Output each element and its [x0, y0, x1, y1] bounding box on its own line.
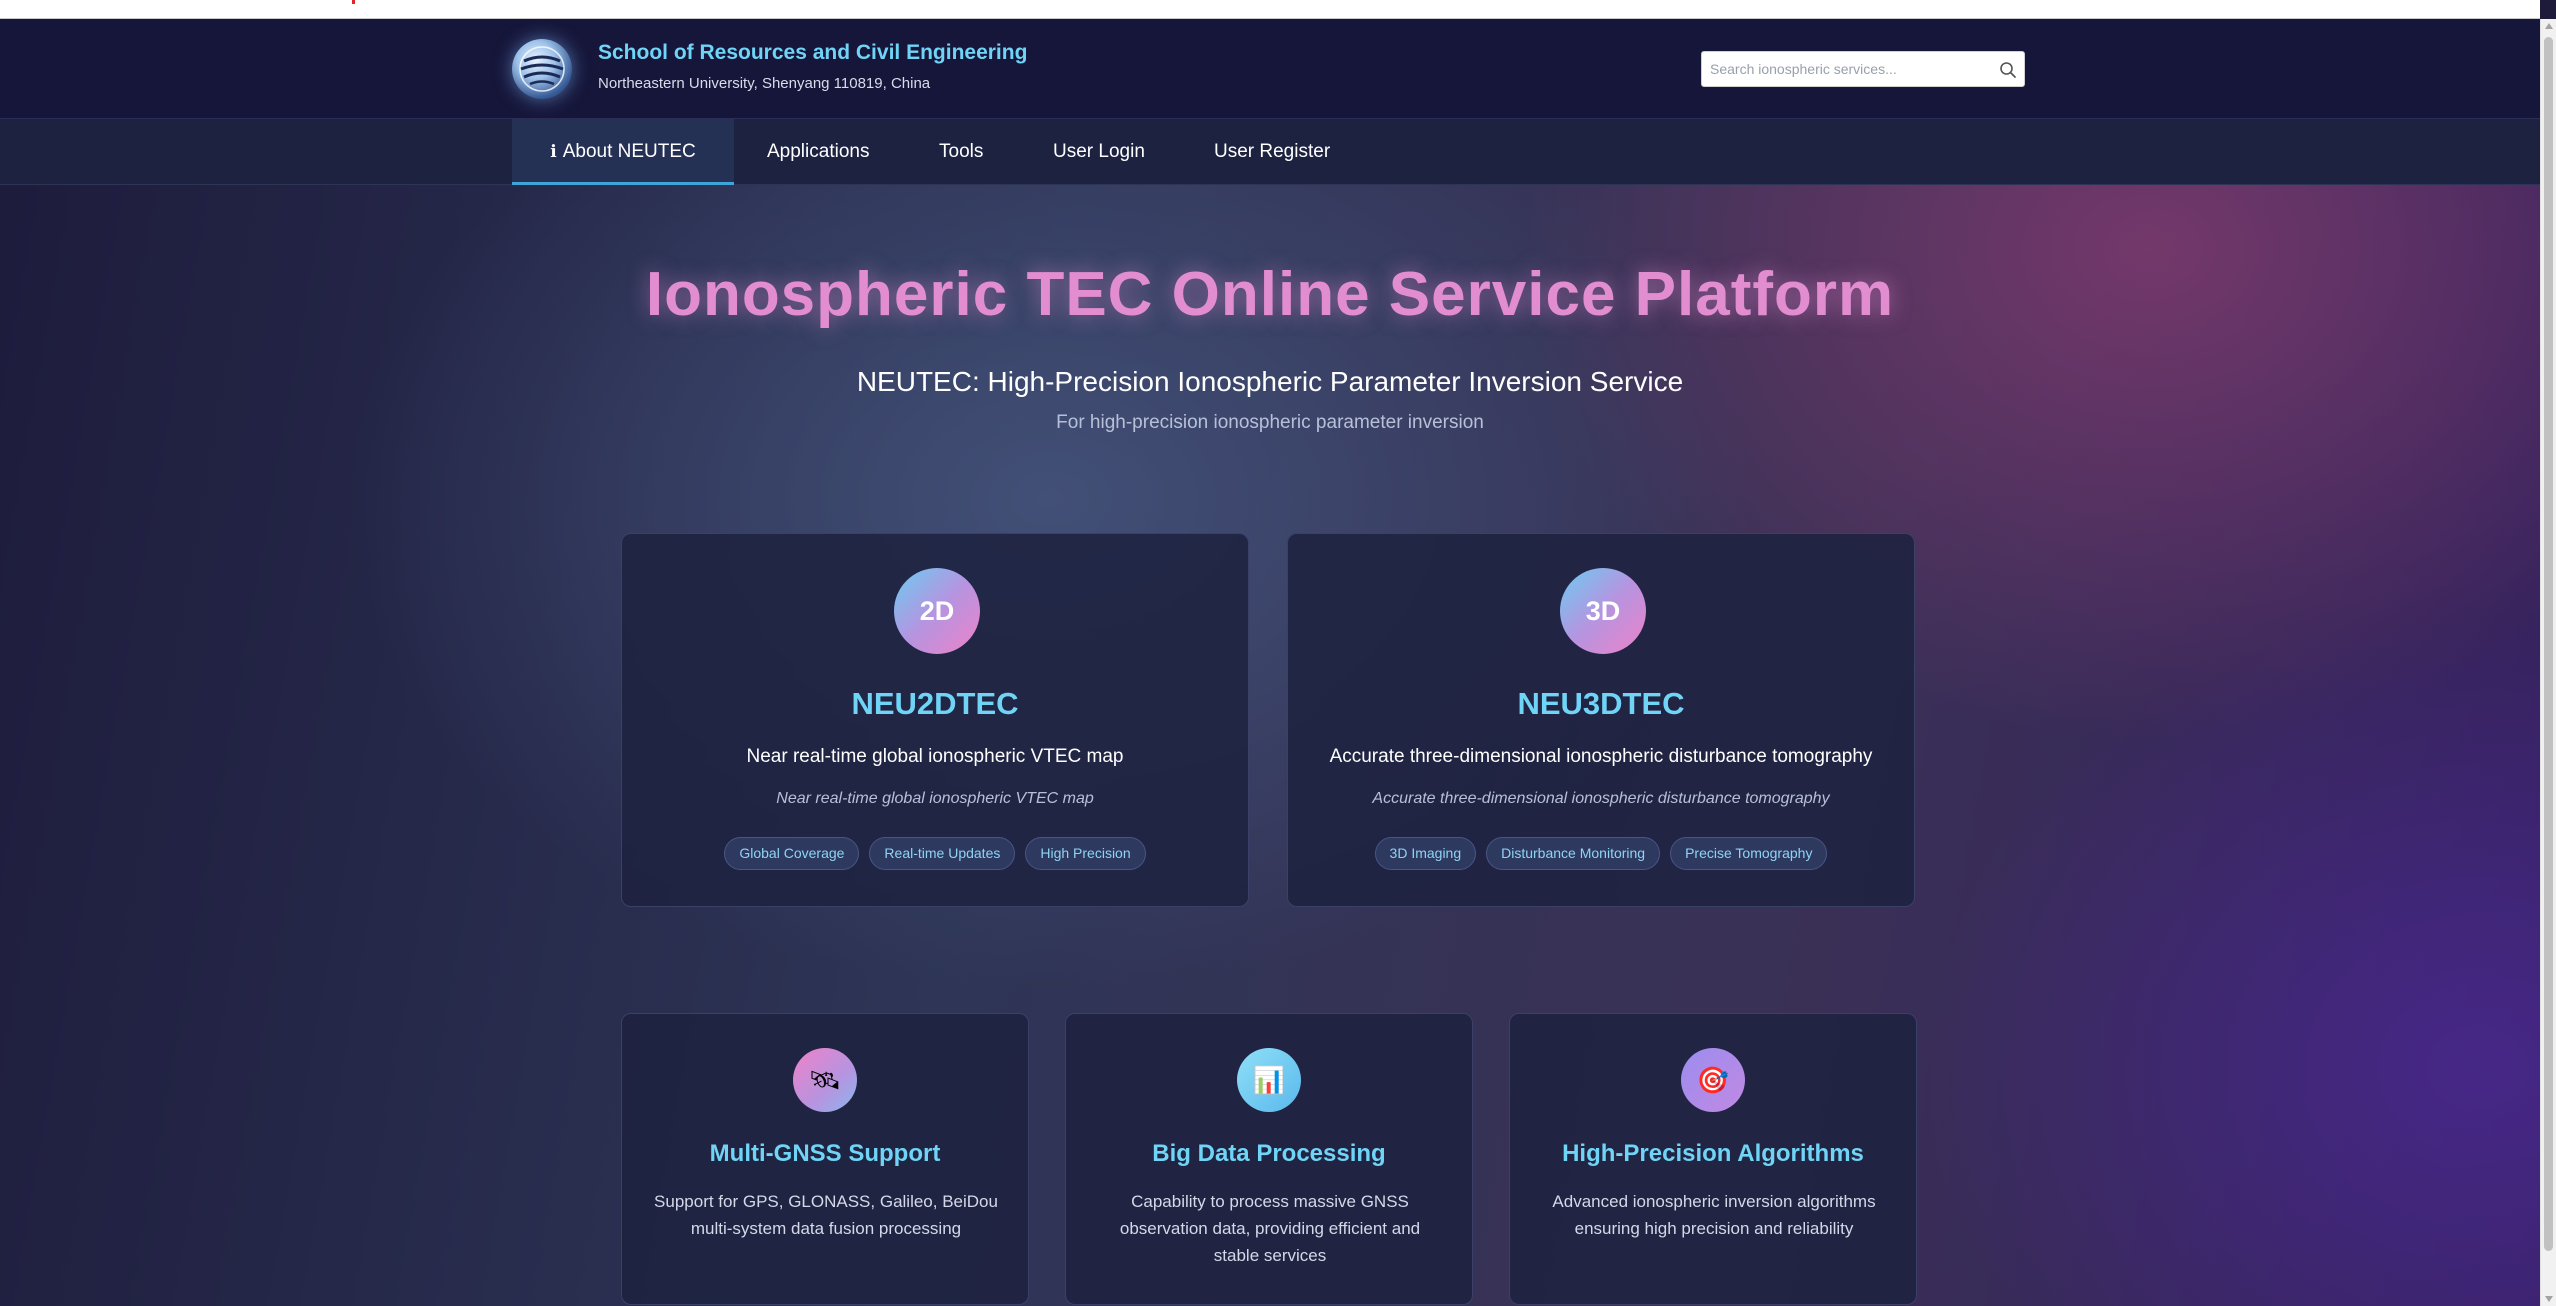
feature-title: Big Data Processing — [1152, 1140, 1386, 1167]
info-icon: ℹ — [550, 142, 557, 161]
nav-tools[interactable]: Tools — [939, 119, 983, 185]
product-description: Near real-time global ionospheric VTEC m… — [746, 746, 1124, 767]
feature-card-multi-gnss: 🛰 Multi-GNSS Support Support for GPS, GL… — [621, 1013, 1029, 1305]
product-description: Accurate three-dimensional ionospheric d… — [1329, 746, 1873, 767]
nav-applications[interactable]: Applications — [767, 119, 869, 185]
university-logo-icon[interactable] — [512, 39, 572, 99]
product-title: NEU2DTEC — [851, 686, 1019, 721]
feature-title: Multi-GNSS Support — [709, 1140, 941, 1167]
nav-label: About NEUTEC — [562, 141, 696, 162]
product-card-neu3dtec[interactable]: 3D NEU3DTEC Accurate three-dimensional i… — [1287, 533, 1915, 907]
nav-label: Applications — [767, 141, 870, 162]
nav-about-neutec[interactable]: ℹ About NEUTEC — [512, 119, 734, 185]
feature-description: Capability to process massive GNSS obser… — [1119, 1192, 1421, 1265]
bar-chart-icon: 📊 — [1237, 1048, 1301, 1112]
feature-card-big-data: 📊 Big Data Processing Capability to proc… — [1065, 1013, 1473, 1305]
tag: 3D Imaging — [1374, 837, 1477, 870]
feature-description: Support for GPS, GLONASS, Galileo, BeiDo… — [654, 1192, 998, 1238]
product-title: NEU3DTEC — [1517, 686, 1685, 721]
3d-badge-icon: 3D — [1560, 568, 1646, 654]
hero-tagline: For high-precision ionospheric parameter… — [1056, 412, 1484, 433]
school-name[interactable]: School of Resources and Civil Engineerin… — [598, 41, 1027, 65]
school-address: Northeastern University, Shenyang 110819… — [598, 75, 931, 92]
feature-description: Advanced ionospheric inversion algorithm… — [1552, 1192, 1876, 1238]
scrollbar-thumb[interactable] — [2544, 37, 2553, 1251]
nav-label: User Login — [1053, 141, 1145, 162]
scroll-up-icon[interactable] — [2545, 23, 2553, 29]
product-note: Accurate three-dimensional ionospheric d… — [1372, 790, 1830, 807]
nav-label: User Register — [1214, 141, 1331, 162]
tag: High Precision — [1025, 837, 1146, 870]
tag: Disturbance Monitoring — [1486, 837, 1661, 870]
feature-card-high-precision: 🎯 High-Precision Algorithms Advanced ion… — [1509, 1013, 1917, 1305]
search-box — [1701, 51, 2025, 87]
product-tags: Global Coverage Real-time Updates High P… — [622, 837, 1248, 870]
search-icon[interactable] — [1998, 60, 2018, 80]
product-tags: 3D Imaging Disturbance Monitoring Precis… — [1288, 837, 1914, 870]
tag: Precise Tomography — [1670, 837, 1828, 870]
vertical-scrollbar[interactable] — [2540, 19, 2556, 1306]
tag: Real-time Updates — [869, 837, 1016, 870]
page: School of Resources and Civil Engineerin… — [0, 19, 2540, 1306]
main-nav: ℹ About NEUTEC Applications Tools User Lo… — [0, 119, 2540, 185]
hero-subtitle: NEUTEC: High-Precision Ionospheric Param… — [856, 366, 1684, 397]
satellite-icon: 🛰 — [793, 1048, 857, 1112]
search-input[interactable] — [1710, 52, 1990, 86]
scroll-down-icon[interactable] — [2545, 1296, 2553, 1302]
product-note: Near real-time global ionospheric VTEC m… — [776, 790, 1094, 807]
2d-badge-icon: 2D — [894, 568, 980, 654]
nav-user-register[interactable]: User Register — [1214, 119, 1330, 185]
product-card-neu2dtec[interactable]: 2D NEU2DTEC Near real-time global ionosp… — [621, 533, 1249, 907]
loading-indicator — [352, 0, 355, 4]
nav-label: Tools — [939, 141, 984, 162]
target-icon: 🎯 — [1681, 1048, 1745, 1112]
browser-top-strip — [0, 0, 2540, 19]
tag: Global Coverage — [724, 837, 860, 870]
feature-title: High-Precision Algorithms — [1562, 1140, 1864, 1167]
nav-user-login[interactable]: User Login — [1053, 119, 1145, 185]
hero-title: Ionospheric TEC Online Service Platform — [645, 260, 1895, 329]
site-header: School of Resources and Civil Engineerin… — [0, 19, 2540, 119]
